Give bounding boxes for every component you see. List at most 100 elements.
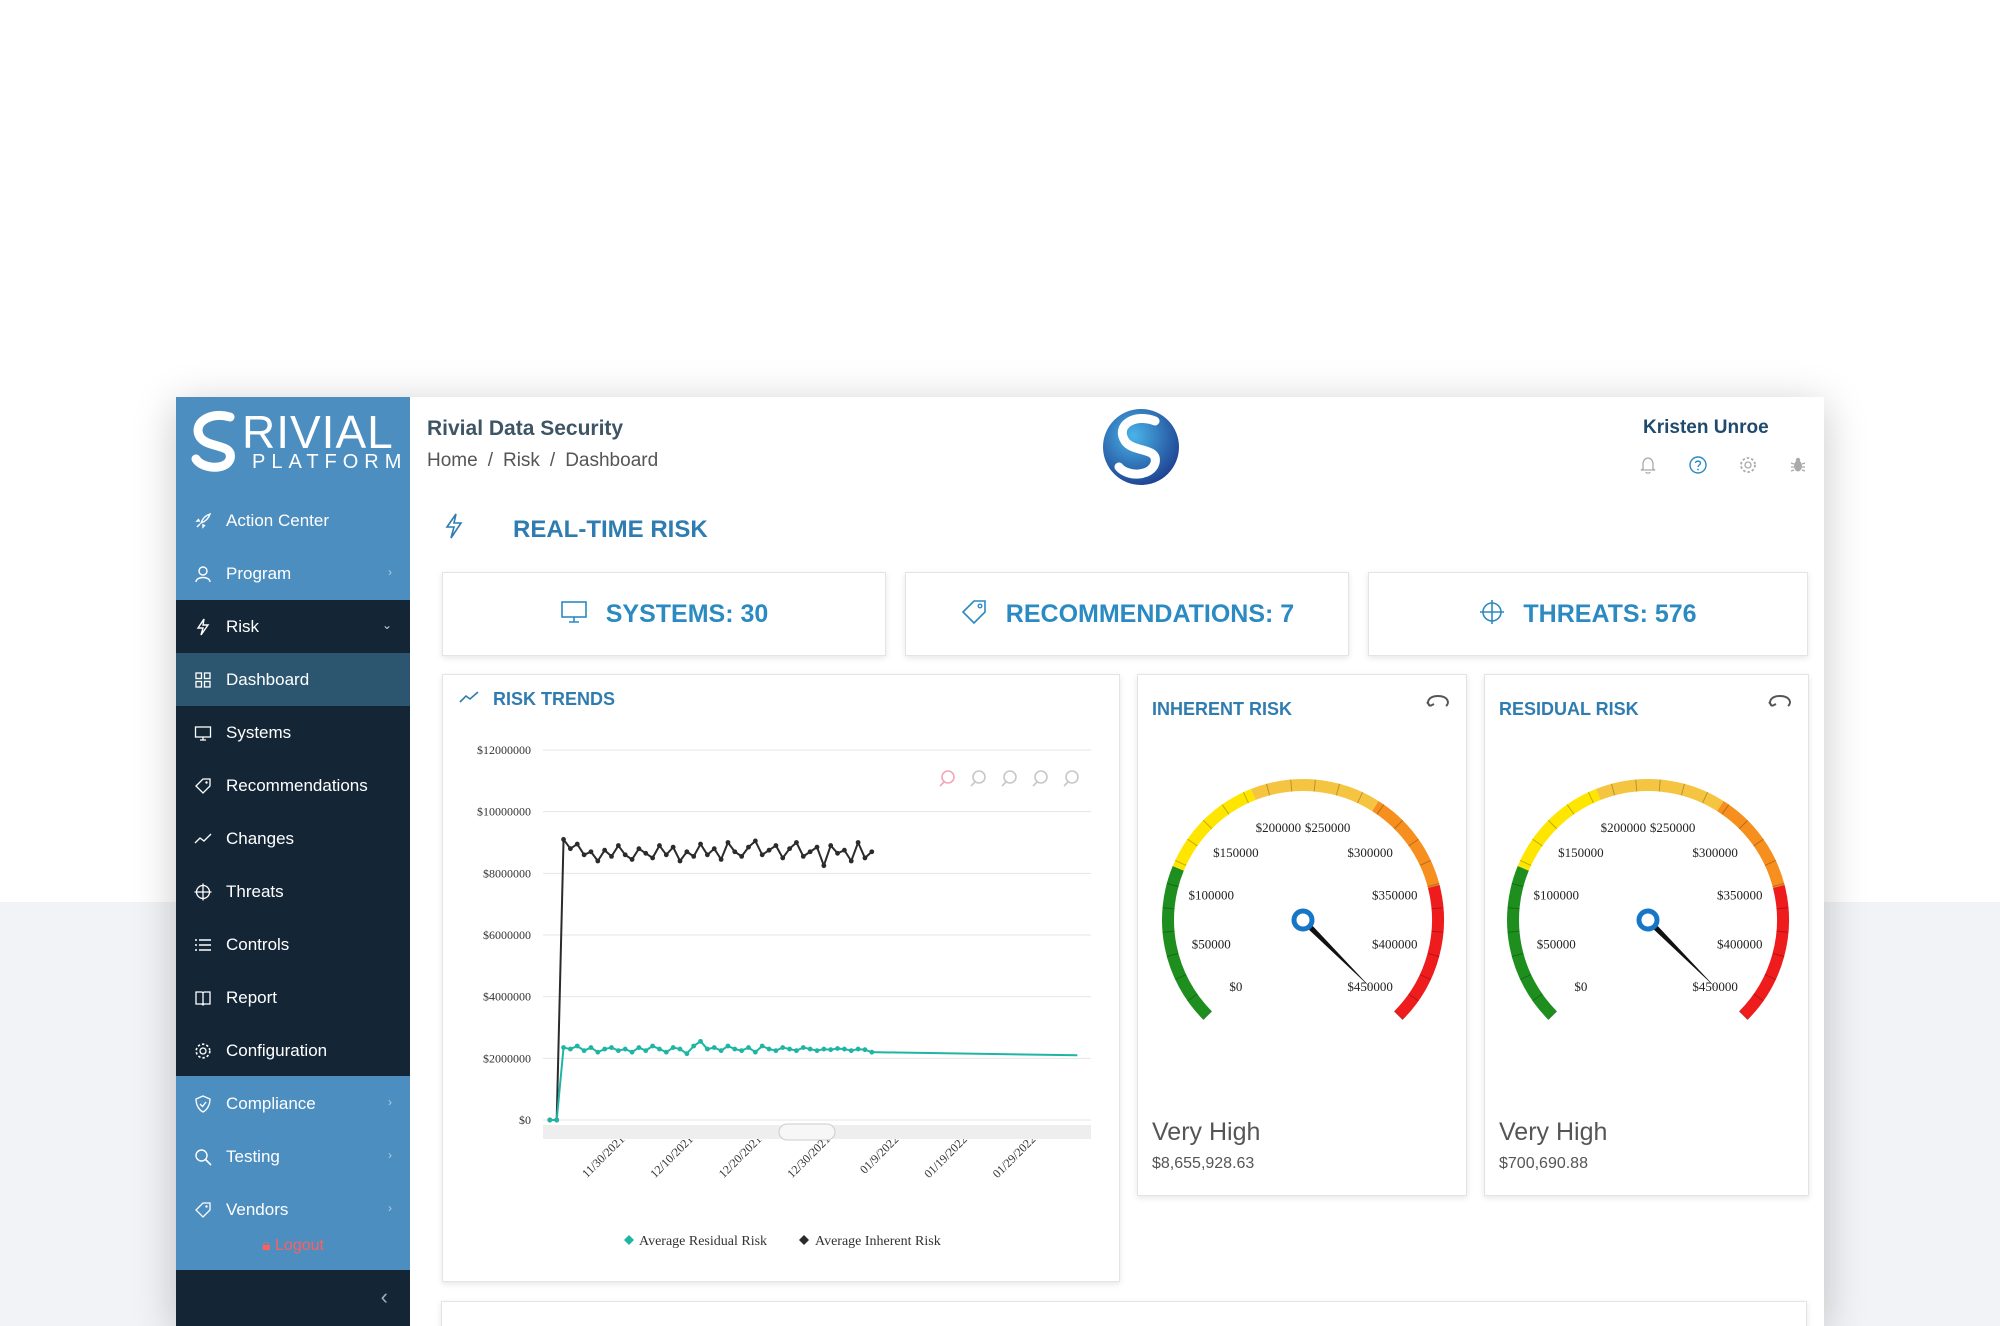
bug-icon[interactable] [1788, 455, 1808, 475]
data-point [705, 852, 710, 858]
data-point [622, 852, 628, 858]
data-point [732, 849, 738, 855]
user-name[interactable]: Kristen Unroe [1643, 417, 1769, 439]
sidebar-item-configuration[interactable]: Configuration [176, 1024, 410, 1077]
breadcrumb: Home / Risk / Dashboard [427, 450, 658, 472]
data-point [794, 1048, 799, 1054]
data-point [862, 1047, 868, 1053]
rivial-logo[interactable]: RIVIAL PLATFORM [190, 403, 401, 483]
inherent-risk-level: Very High [1152, 1118, 1261, 1146]
zoom-in-icon-handle [939, 781, 945, 787]
data-point [650, 1043, 655, 1049]
data-point [848, 858, 854, 864]
search-icon [192, 1146, 214, 1168]
sidebar-item-label: Risk [226, 616, 260, 636]
data-point [609, 853, 614, 859]
series-line-average-inherent-risk [549, 836, 873, 1121]
sidebar-item-dashboard[interactable]: Dashboard [176, 653, 410, 706]
sidebar-item-label: Report [226, 987, 278, 1007]
sidebar-item-testing[interactable]: Testing › [176, 1130, 410, 1183]
data-point [574, 1043, 580, 1049]
data-point [780, 855, 786, 861]
reset-icon[interactable] [1766, 693, 1794, 716]
reset-icon[interactable] [1424, 693, 1452, 716]
sidebar-item-controls[interactable]: Controls [176, 918, 410, 971]
data-point [725, 840, 731, 845]
y-tick-label: $12000000 [477, 743, 531, 757]
breadcrumb-risk[interactable]: Risk [503, 450, 540, 472]
gauge-tick-label: $400000 [1372, 937, 1418, 952]
data-point [718, 1048, 724, 1054]
sidebar-item-report[interactable]: Report [176, 971, 410, 1024]
systems-stat-card[interactable]: SYSTEMS: 30 [442, 572, 886, 656]
sidebar-collapse-bar[interactable]: ‹ [176, 1270, 410, 1326]
threats-stat-card[interactable]: THREATS: 576 [1368, 572, 1808, 656]
sidebar-item-risk[interactable]: Risk ⌄ [176, 600, 410, 653]
data-point [711, 1045, 717, 1050]
bell-icon[interactable] [1638, 455, 1658, 475]
gauge-needle [1300, 917, 1372, 989]
sidebar-item-program[interactable]: Program › [176, 547, 410, 600]
tag-icon [192, 775, 214, 797]
breadcrumb-separator: / [549, 450, 556, 471]
risk-trends-chart[interactable]: $0 $2000000 $4000000 $6000000 $8000000 $10000… [443, 675, 1121, 1283]
zoom-scrollbar-handle [778, 1123, 836, 1141]
chevron-left-icon[interactable]: ‹ [381, 1284, 388, 1310]
data-point [581, 852, 587, 858]
data-point [602, 1046, 608, 1052]
settings-gear-icon[interactable] [1738, 455, 1758, 475]
sidebar-item-vendors[interactable]: Vendors › [176, 1183, 410, 1236]
tag-icon [960, 598, 988, 631]
data-point [657, 843, 662, 848]
data-point [821, 1046, 827, 1052]
data-point [773, 843, 779, 848]
breadcrumb-dashboard: Dashboard [565, 450, 659, 471]
y-tick-label: $8000000 [483, 866, 531, 880]
data-point [663, 1049, 669, 1055]
sidebar-item-recommendations[interactable]: Recommendations [176, 759, 410, 812]
data-point [732, 1046, 738, 1052]
data-point [869, 1049, 875, 1055]
residual-risk-amount: $700,690.88 [1499, 1155, 1588, 1172]
sidebar-item-threats[interactable]: Threats [176, 865, 410, 918]
breadcrumb-home[interactable]: Home [427, 450, 478, 472]
data-point [684, 1051, 690, 1057]
sidebar-item-action-center[interactable]: Action Center [176, 494, 410, 547]
x-tick-label: 01/19/2022 [921, 1132, 970, 1181]
sidebar-item-label: Configuration [226, 1040, 328, 1060]
zoom-in-icon [972, 770, 986, 784]
data-point [547, 1117, 553, 1123]
data-point [780, 1045, 786, 1050]
sidebar-item-changes[interactable]: Changes [176, 812, 410, 865]
help-icon[interactable] [1688, 455, 1708, 475]
data-point [588, 849, 594, 855]
data-point [602, 847, 608, 853]
rivial-s-logo-icon [191, 411, 235, 472]
chevron-right-icon: › [388, 565, 392, 579]
data-point [718, 857, 724, 862]
data-point [636, 846, 642, 852]
data-point [691, 1043, 697, 1049]
gear-icon [192, 1040, 214, 1062]
inherent-risk-title: INHERENT RISK [1152, 699, 1293, 719]
data-point [595, 1049, 601, 1055]
residual-risk-card: RESIDUAL RISK $0 $50000 $100000 $150000 $200… [1484, 674, 1809, 1196]
data-point [794, 840, 799, 845]
chevron-down-icon: ⌄ [381, 618, 392, 632]
data-point [800, 853, 806, 859]
recommendations-stat-card[interactable]: RECOMMENDATIONS: 7 [905, 572, 1349, 656]
data-point [787, 846, 792, 852]
data-point [746, 844, 751, 850]
sidebar-item-compliance[interactable]: Compliance › [176, 1077, 410, 1130]
trend-icon [192, 828, 214, 850]
risk-trends-card: RISK TRENDS $0 $2000000 $4000000 $6000000 $8… [442, 674, 1120, 1282]
tag-icon [192, 1199, 214, 1221]
bolt-icon [192, 616, 214, 638]
sidebar-item-systems[interactable]: Systems [176, 706, 410, 759]
sidebar-item-label: Action Center [226, 510, 329, 530]
data-point [862, 855, 868, 861]
recommendations-stat-label: RECOMMENDATIONS: 7 [1005, 599, 1295, 628]
logout-link[interactable]: 🔒︎ Logout [176, 1237, 410, 1255]
org-title: Rivial Data Security [427, 417, 624, 440]
data-point [615, 843, 621, 848]
